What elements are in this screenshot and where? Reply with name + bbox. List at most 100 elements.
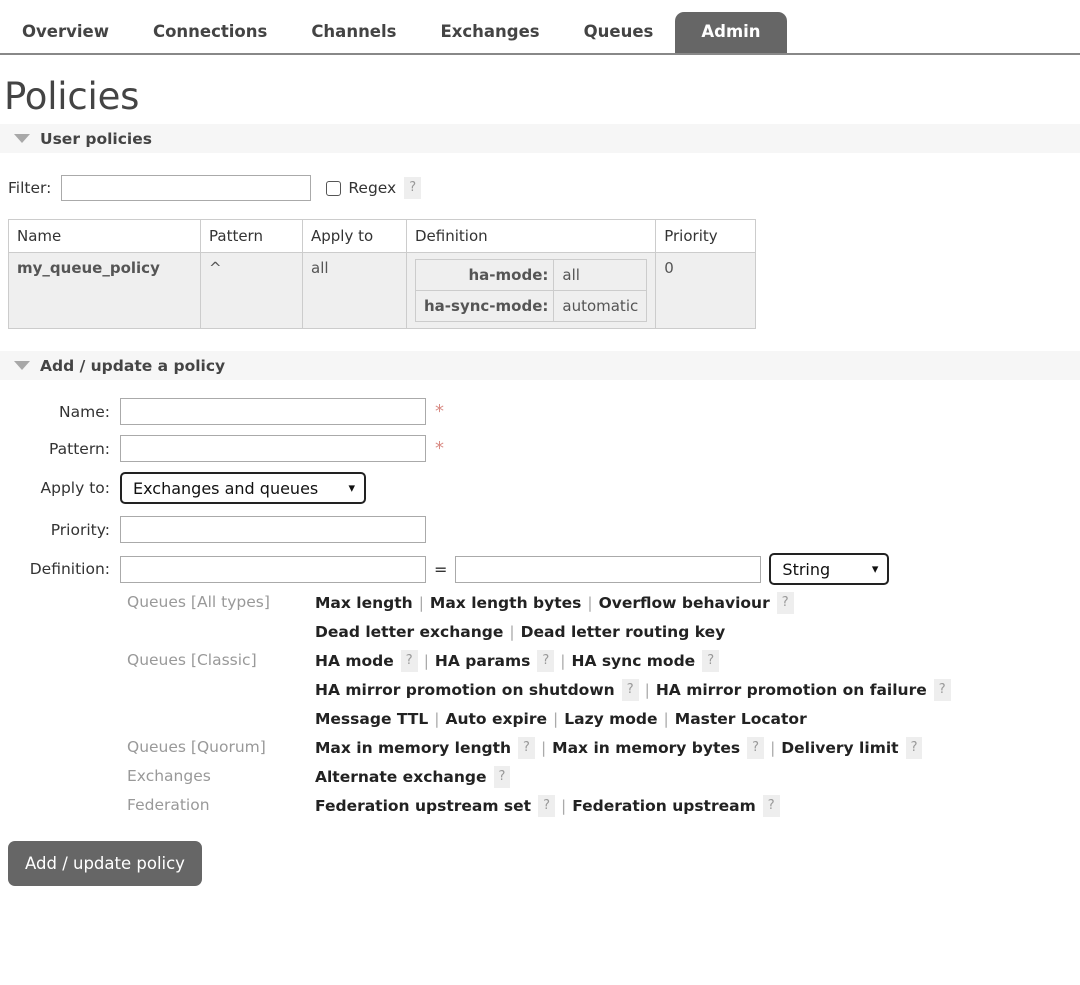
definition-key-input[interactable] [120, 556, 426, 583]
nav-tab-overview[interactable]: Overview [0, 14, 131, 53]
shortcut-row: Queues [Quorum]Max in memory length?|Max… [0, 736, 1080, 760]
definition-label: Definition: [0, 560, 120, 578]
apply-to-select[interactable]: Exchanges and queues ▾ [120, 472, 366, 504]
form-row-name: Name: * [0, 398, 1080, 425]
shortcut-links: Dead letter exchange | Dead letter routing… [315, 620, 725, 644]
filter-row: Filter: Regex ? [8, 175, 1080, 201]
regex-label: Regex [348, 179, 396, 197]
link-separator: | [770, 739, 775, 757]
help-icon[interactable]: ? [906, 737, 923, 759]
form-row-pattern: Pattern: * [0, 435, 1080, 462]
shortcut-link-auto-expire[interactable]: Auto expire [445, 710, 547, 728]
help-icon[interactable]: ? [763, 795, 780, 817]
regex-checkbox[interactable] [326, 181, 341, 196]
shortcut-row: Dead letter exchange | Dead letter routing… [0, 620, 1080, 644]
nav-tab-exchanges[interactable]: Exchanges [418, 14, 561, 53]
shortcut-row: Queues [All types]Max length|Max length … [0, 591, 1080, 615]
help-icon[interactable]: ? [777, 592, 794, 614]
shortcut-link-max-length[interactable]: Max length [315, 594, 413, 612]
shortcut-link-overflow-behaviour[interactable]: Overflow behaviour [599, 594, 770, 612]
form-row-definition: Definition: = String ▾ [0, 553, 1080, 585]
link-separator: | [560, 652, 565, 670]
help-icon[interactable]: ? [622, 679, 639, 701]
filter-input[interactable] [61, 175, 311, 201]
help-icon[interactable]: ? [934, 679, 951, 701]
link-separator: | [509, 623, 514, 641]
shortcut-category-label: Queues [Classic] [0, 649, 315, 669]
section-header-add-policy[interactable]: Add / update a policy [0, 351, 1080, 380]
policy-pattern-cell: ^ [201, 253, 303, 329]
definition-equals-sign: = [434, 560, 447, 579]
link-separator: | [645, 681, 650, 699]
shortcut-link-ha-mirror-promotion-on-shutdown[interactable]: HA mirror promotion on shutdown [315, 681, 615, 699]
shortcut-link-federation-upstream[interactable]: Federation upstream [572, 797, 756, 815]
column-header-apply-to[interactable]: Apply to [303, 220, 407, 253]
table-row: my_queue_policy^allha-mode:allha-sync-mo… [9, 253, 756, 329]
form-row-priority: Priority: [0, 516, 1080, 543]
pattern-label: Pattern: [0, 440, 120, 458]
shortcut-links: HA mirror promotion on shutdown? | HA mirr… [315, 678, 951, 702]
shortcut-row: Message TTL|Auto expire|Lazy mode|Master… [0, 707, 1080, 731]
help-icon[interactable]: ? [537, 650, 554, 672]
link-separator: | [664, 710, 669, 728]
policies-table-body: my_queue_policy^allha-mode:allha-sync-mo… [9, 253, 756, 329]
definition-value-input[interactable] [455, 556, 761, 583]
nav-tab-label: Connections [131, 14, 289, 41]
shortcut-link-federation-upstream-set[interactable]: Federation upstream set [315, 797, 531, 815]
column-header-definition[interactable]: Definition [407, 220, 656, 253]
definition-pairs: ha-mode:allha-sync-mode:automatic [415, 259, 647, 322]
shortcut-links: Message TTL|Auto expire|Lazy mode|Master… [315, 707, 807, 731]
link-separator: | [434, 710, 439, 728]
nav-tab-admin[interactable]: Admin [675, 12, 786, 53]
nav-tab-connections[interactable]: Connections [131, 14, 289, 53]
shortcut-category-label: Queues [All types] [0, 591, 315, 611]
shortcut-category-label: Federation [0, 794, 315, 814]
regex-help-icon[interactable]: ? [404, 177, 421, 199]
shortcut-link-max-length-bytes[interactable]: Max length bytes [430, 594, 581, 612]
shortcut-link-ha-sync-mode[interactable]: HA sync mode [571, 652, 695, 670]
shortcut-link-dead-letter-exchange[interactable]: Dead letter exchange [315, 623, 503, 641]
nav-tab-list: OverviewConnectionsChannelsExchangesQueu… [0, 0, 1080, 53]
shortcut-link-master-locator[interactable]: Master Locator [675, 710, 807, 728]
shortcut-link-dead-letter-routing-key[interactable]: Dead letter routing key [521, 623, 726, 641]
shortcut-link-ha-mode[interactable]: HA mode [315, 652, 394, 670]
help-icon[interactable]: ? [401, 650, 418, 672]
nav-tab-label: Exchanges [418, 14, 561, 41]
nav-tab-channels[interactable]: Channels [289, 14, 418, 53]
shortcut-link-delivery-limit[interactable]: Delivery limit [781, 739, 898, 757]
definition-type-select[interactable]: String ▾ [769, 553, 889, 585]
shortcut-link-ha-mirror-promotion-on-failure[interactable]: HA mirror promotion on failure [656, 681, 927, 699]
shortcut-row: HA mirror promotion on shutdown? | HA mirr… [0, 678, 1080, 702]
apply-to-label: Apply to: [0, 479, 120, 497]
help-icon[interactable]: ? [538, 795, 555, 817]
shortcut-link-max-in-memory-length[interactable]: Max in memory length [315, 739, 511, 757]
section-header-user-policies[interactable]: User policies [0, 124, 1080, 153]
nav-tab-label: Queues [562, 14, 676, 41]
shortcut-links: HA mode?|HA params?|HA sync mode? [315, 649, 719, 673]
column-header-name[interactable]: Name [9, 220, 201, 253]
nav-tab-label: Admin [675, 12, 786, 43]
help-icon[interactable]: ? [702, 650, 719, 672]
shortcut-link-lazy-mode[interactable]: Lazy mode [564, 710, 657, 728]
pattern-input[interactable] [120, 435, 426, 462]
chevron-down-icon: ▾ [348, 481, 355, 496]
filter-label: Filter: [8, 179, 51, 197]
name-input[interactable] [120, 398, 426, 425]
link-separator: | [541, 739, 546, 757]
shortcut-link-ha-params[interactable]: HA params [435, 652, 530, 670]
policy-name-cell[interactable]: my_queue_policy [9, 253, 201, 329]
main-navigation: OverviewConnectionsChannelsExchangesQueu… [0, 0, 1080, 55]
help-icon[interactable]: ? [518, 737, 535, 759]
add-update-policy-button[interactable]: Add / update policy [8, 841, 202, 886]
priority-input[interactable] [120, 516, 426, 543]
help-icon[interactable]: ? [747, 737, 764, 759]
help-icon[interactable]: ? [494, 766, 511, 788]
shortcut-links: Max in memory length? | Max in memory byte… [315, 736, 922, 760]
column-header-priority[interactable]: Priority [656, 220, 756, 253]
shortcut-links: Alternate exchange? [315, 765, 510, 789]
shortcut-link-message-ttl[interactable]: Message TTL [315, 710, 428, 728]
shortcut-link-alternate-exchange[interactable]: Alternate exchange [315, 768, 487, 786]
shortcut-link-max-in-memory-bytes[interactable]: Max in memory bytes [552, 739, 740, 757]
column-header-pattern[interactable]: Pattern [201, 220, 303, 253]
nav-tab-queues[interactable]: Queues [562, 14, 676, 53]
